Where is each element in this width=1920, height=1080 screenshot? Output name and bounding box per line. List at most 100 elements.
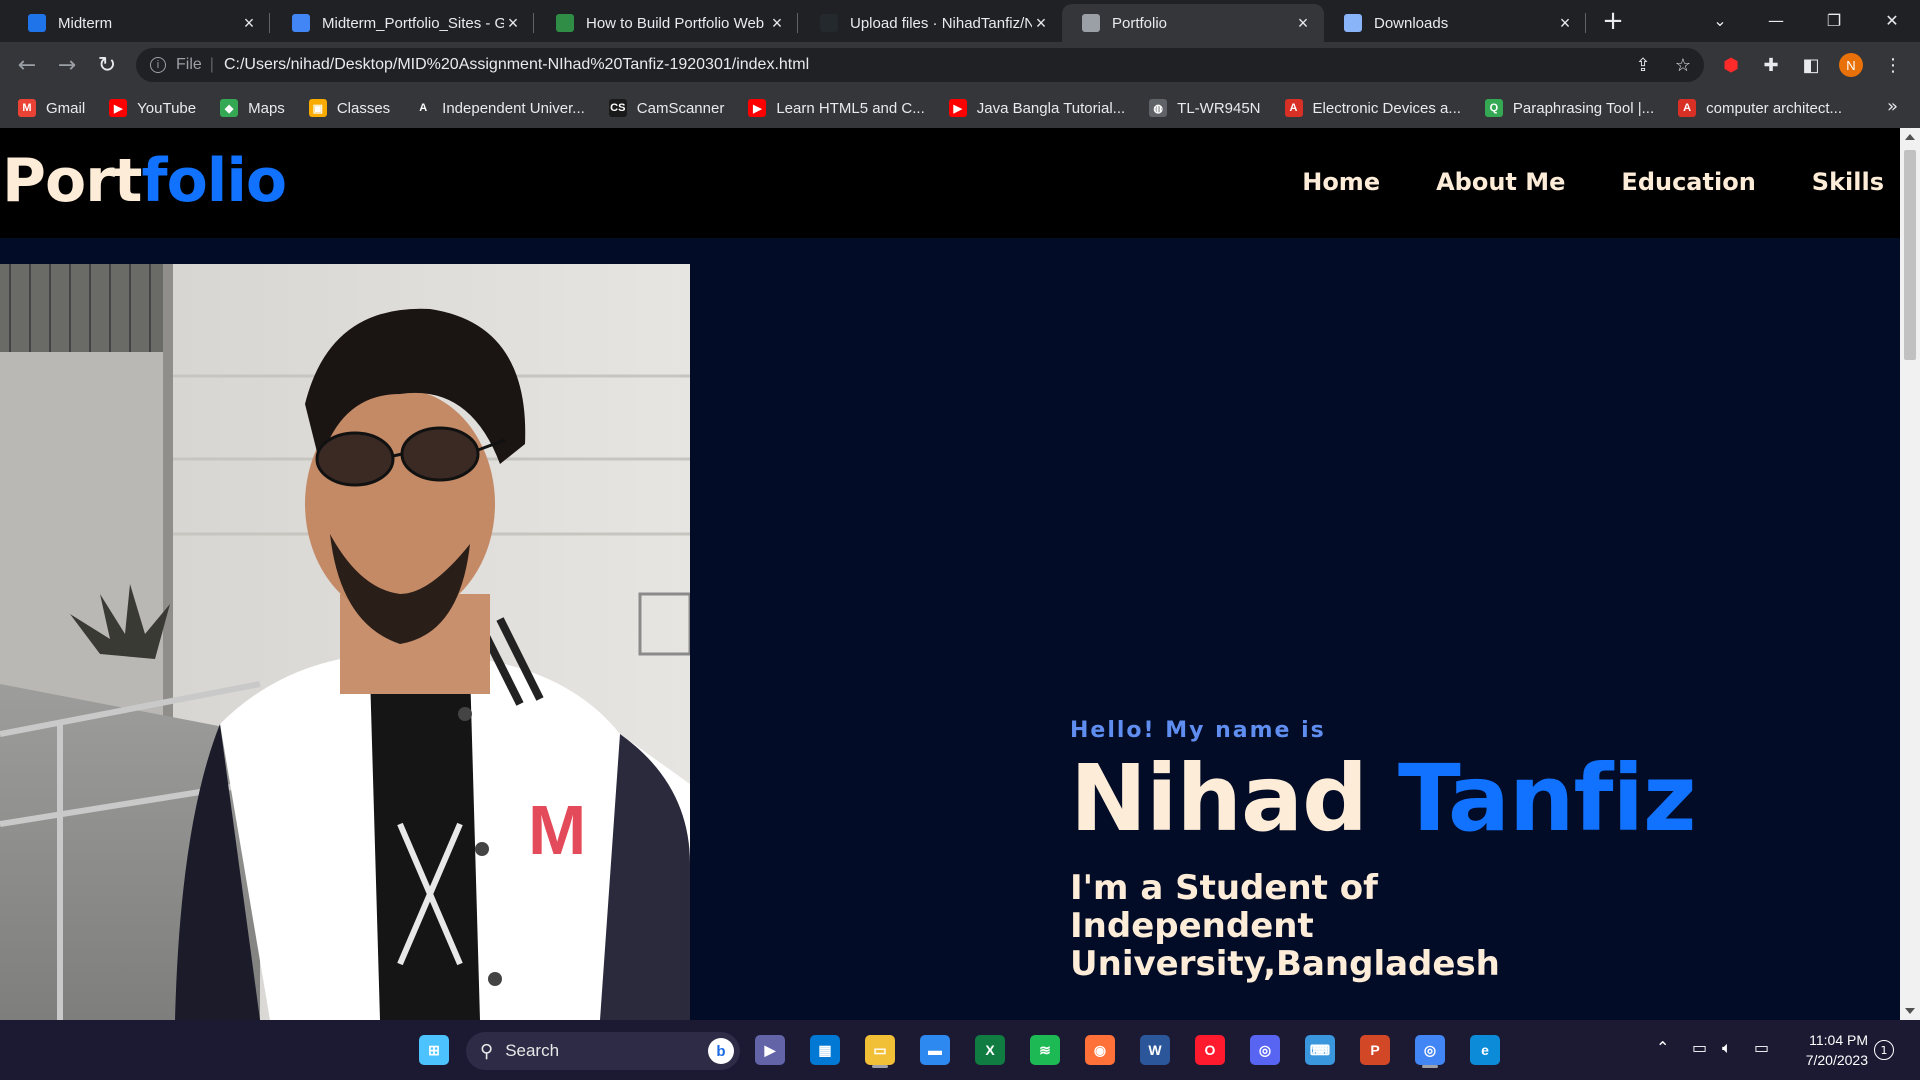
firefox-icon[interactable]: ◉ [1080,1030,1120,1070]
notification-badge[interactable]: 1 [1874,1040,1894,1060]
bookmark-item[interactable]: ▶ YouTube [109,99,196,117]
app-glyph: O [1195,1035,1225,1065]
close-tab-icon[interactable]: × [1294,13,1312,33]
running-indicator [1422,1065,1438,1068]
spotify-icon[interactable]: ≋ [1025,1030,1065,1070]
share-icon[interactable]: ⇪ [1630,52,1656,78]
powerpoint-icon[interactable]: P [1355,1030,1395,1070]
start-icon[interactable]: ⊞ [414,1030,454,1070]
windows-taskbar: ⚲ Search b ⌃ ▭ 🔈︎ ▭ 11:04 PM 7/20/2023 1… [0,1020,1920,1080]
bing-icon[interactable]: b [708,1038,734,1064]
url-text[interactable]: C:/Users/nihad/Desktop/MID%20Assignment-… [224,56,809,74]
chrome-icon[interactable]: ◎ [1410,1030,1450,1070]
app-glyph: ≋ [1030,1035,1060,1065]
close-tab-icon[interactable]: × [504,13,522,33]
tab-title: Downloads [1374,14,1449,32]
bookmark-item[interactable]: Acomputer architect... [1678,99,1842,117]
page-scrollbar[interactable] [1900,128,1920,1020]
tray-chevron-icon[interactable]: ⌃ [1656,1038,1669,1057]
close-tab-icon[interactable]: × [768,13,786,33]
bookmark-item[interactable]: ▣ Classes [308,99,391,117]
scroll-up-arrow-icon[interactable] [1905,134,1915,140]
bookmark-item[interactable]: CS CamScanner [608,99,725,117]
bookmark-label: CamScanner [636,99,725,117]
network-icon[interactable]: ▭ [1692,1038,1707,1057]
address-bar[interactable]: i File | C:/Users/nihad/Desktop/MID%20As… [136,48,1704,82]
site-nav: Home About Me Education Skills [1302,168,1884,196]
bookmark-item[interactable]: Q Paraphrasing Tool |... [1484,99,1654,117]
nav-education[interactable]: Education [1621,168,1755,196]
running-indicator [872,1065,888,1068]
close-tab-icon[interactable]: × [1032,13,1050,33]
bookmark-item[interactable]: ◍ TL-WR945N [1149,99,1261,117]
bookmark-item[interactable]: A Independent Univer... [414,99,585,117]
bookmarks-overflow-icon[interactable]: » [1887,96,1898,117]
greeting-text: Hello! My name is [1070,718,1326,743]
nav-home[interactable]: Home [1302,168,1380,196]
system-clock[interactable]: 11:04 PM 7/20/2023 [1790,1030,1868,1070]
clock-date: 7/20/2023 [1805,1052,1868,1068]
first-name: Nihad [1070,745,1368,852]
tab-title: Midterm [58,14,113,32]
edge-icon[interactable]: e [1465,1030,1505,1070]
bookmark-label: Classes [336,99,391,117]
app-glyph: X [975,1035,1005,1065]
nav-about-me[interactable]: About Me [1436,168,1565,196]
teams-icon[interactable]: ▶ [750,1030,790,1070]
store-icon[interactable]: ▦ [805,1030,845,1070]
last-name: Tanfiz [1398,745,1697,852]
excel-icon[interactable]: X [970,1030,1010,1070]
scrollbar-thumb[interactable] [1904,150,1916,360]
browser-tab[interactable]: Downloads × [1324,4,1586,42]
bookmark-label: Maps [248,99,285,117]
bookmark-item[interactable]: A Electronic Devices a... [1284,99,1461,117]
discord-icon[interactable]: ◎ [1245,1030,1285,1070]
hero-section: M Hello! My name is Nihad Tanfiz I'm a S… [0,238,1900,1020]
desktop-icon[interactable]: ▬ [915,1030,955,1070]
word-icon[interactable]: W [1135,1030,1175,1070]
opera-icon[interactable]: O [1190,1030,1230,1070]
new-tab-button[interactable]: + [1598,6,1628,36]
bookmark-label: YouTube [137,99,197,117]
iub-icon: A [414,99,433,117]
reload-icon[interactable]: ↻ [92,50,122,80]
tab-title: How to Build Portfolio Web [586,14,765,32]
nav-skills[interactable]: Skills [1812,168,1884,196]
site-info-icon[interactable]: i [150,57,166,73]
browser-tab[interactable]: Upload files · NihadTanfiz/N × [800,4,1062,42]
volume-icon[interactable]: 🔈︎ [1722,1038,1732,1058]
classroom-icon [28,14,46,32]
file-explorer-icon[interactable]: ▭ [860,1030,900,1070]
youtube-icon: ▶ [109,99,128,117]
taskbar-search[interactable]: ⚲ Search b [466,1032,740,1070]
bookmark-item[interactable]: ▶ Java Bangla Tutorial... [948,99,1125,117]
bookmark-item[interactable]: ◆ Maps [220,99,285,117]
close-tab-icon[interactable]: × [1556,13,1574,33]
forward-arrow-icon[interactable]: → [52,50,82,80]
restore-button[interactable]: ❐ [1806,0,1862,40]
side-panel-icon[interactable]: ◧ [1798,52,1824,78]
keyboard-app-icon[interactable]: ⌨ [1300,1030,1340,1070]
close-window-button[interactable]: ✕ [1864,0,1920,40]
minimize-button[interactable]: — [1748,0,1804,40]
extensions-puzzle-icon[interactable]: ✚ [1758,52,1784,78]
bookmark-star-icon[interactable]: ☆ [1670,52,1696,78]
site-logo[interactable]: Portfolio [2,146,287,216]
back-arrow-icon[interactable]: ← [12,50,42,80]
bookmark-label: TL-WR945N [1177,99,1261,117]
tab-search-chevron-icon[interactable]: ⌄ [1692,0,1748,40]
browser-tab[interactable]: Midterm_Portfolio_Sites - G × [272,4,534,42]
bookmark-item[interactable]: ▶ Learn HTML5 and C... [748,99,925,117]
extension-adblock-icon[interactable]: ⬢ [1718,52,1744,78]
close-tab-icon[interactable]: × [240,13,258,33]
bookmark-item[interactable]: M Gmail [18,99,85,117]
browser-tab[interactable]: Midterm × [8,4,270,42]
browser-tab[interactable]: Portfolio × [1062,4,1324,42]
profile-avatar[interactable]: N [1838,52,1864,78]
scroll-down-arrow-icon[interactable] [1905,1008,1915,1014]
battery-icon[interactable]: ▭ [1754,1038,1769,1057]
menu-dots-icon[interactable]: ⋮ [1880,52,1906,78]
bookmark-label: Independent Univer... [442,99,585,117]
browser-tab[interactable]: How to Build Portfolio Web × [536,4,798,42]
app-glyph: W [1140,1035,1170,1065]
